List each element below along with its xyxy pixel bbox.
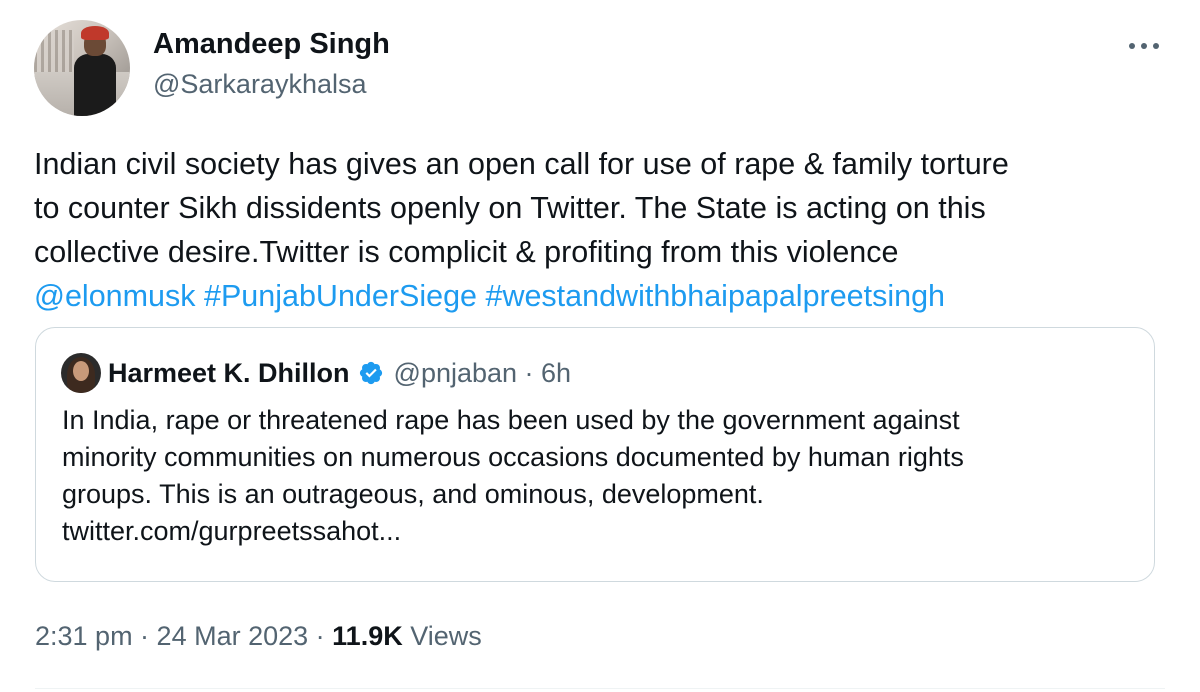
quoted-tweet-text: In India, rape or threatened rape has be… <box>62 402 1142 550</box>
divider <box>35 688 1165 689</box>
ellipsis-horizontal-icon <box>1129 43 1159 49</box>
quoted-author-name[interactable]: Harmeet K. Dhillon <box>108 358 350 389</box>
hashtag-link[interactable]: #westandwithbhaipapalpreetsingh <box>485 279 945 313</box>
timestamp[interactable]: 2:31 pm · 24 Mar 2023 · <box>35 621 332 651</box>
author-avatar[interactable] <box>34 20 130 116</box>
quoted-text-line: In India, rape or threatened rape has be… <box>62 405 960 435</box>
quoted-tweet-header: Harmeet K. Dhillon @pnjaban · 6h <box>108 354 571 392</box>
quoted-avatar-face <box>73 361 89 381</box>
author-handle[interactable]: @Sarkaraykhalsa <box>153 67 367 101</box>
quoted-text-link-line[interactable]: twitter.com/gurpreetssahot... <box>62 513 1142 550</box>
tweet-links-line: @elonmusk #PunjabUnderSiege #westandwith… <box>34 274 1164 318</box>
more-options-button[interactable] <box>1120 26 1168 66</box>
hashtag-link[interactable]: #PunjabUnderSiege <box>204 279 477 313</box>
tweet-text-line: to counter Sikh dissidents openly on Twi… <box>34 191 986 225</box>
quoted-text-line: minority communities on numerous occasio… <box>62 442 964 472</box>
author-name[interactable]: Amandeep Singh <box>153 26 390 62</box>
mention-link[interactable]: @elonmusk <box>34 279 196 313</box>
tweet-text-line: Indian civil society has gives an open c… <box>34 147 1009 181</box>
quoted-author-avatar[interactable] <box>61 353 101 393</box>
quoted-tweet[interactable]: Harmeet K. Dhillon @pnjaban · 6h In Indi… <box>35 327 1155 582</box>
tweet[interactable]: Amandeep Singh @Sarkaraykhalsa Indian ci… <box>0 0 1200 692</box>
verified-badge-icon <box>358 360 384 386</box>
avatar-person-turban <box>81 26 109 40</box>
tweet-footer: 2:31 pm · 24 Mar 2023 · 11.9K Views <box>35 618 482 654</box>
quoted-text-line: groups. This is an outrageous, and omino… <box>62 479 764 509</box>
views-count[interactable]: 11.9K <box>332 621 403 651</box>
tweet-text-line: collective desire.Twitter is complicit &… <box>34 235 899 269</box>
tweet-text: Indian civil society has gives an open c… <box>34 142 1164 318</box>
quoted-tweet-meta[interactable]: @pnjaban · 6h <box>394 358 572 389</box>
views-label[interactable]: Views <box>403 621 482 651</box>
avatar-person-body <box>74 54 116 116</box>
